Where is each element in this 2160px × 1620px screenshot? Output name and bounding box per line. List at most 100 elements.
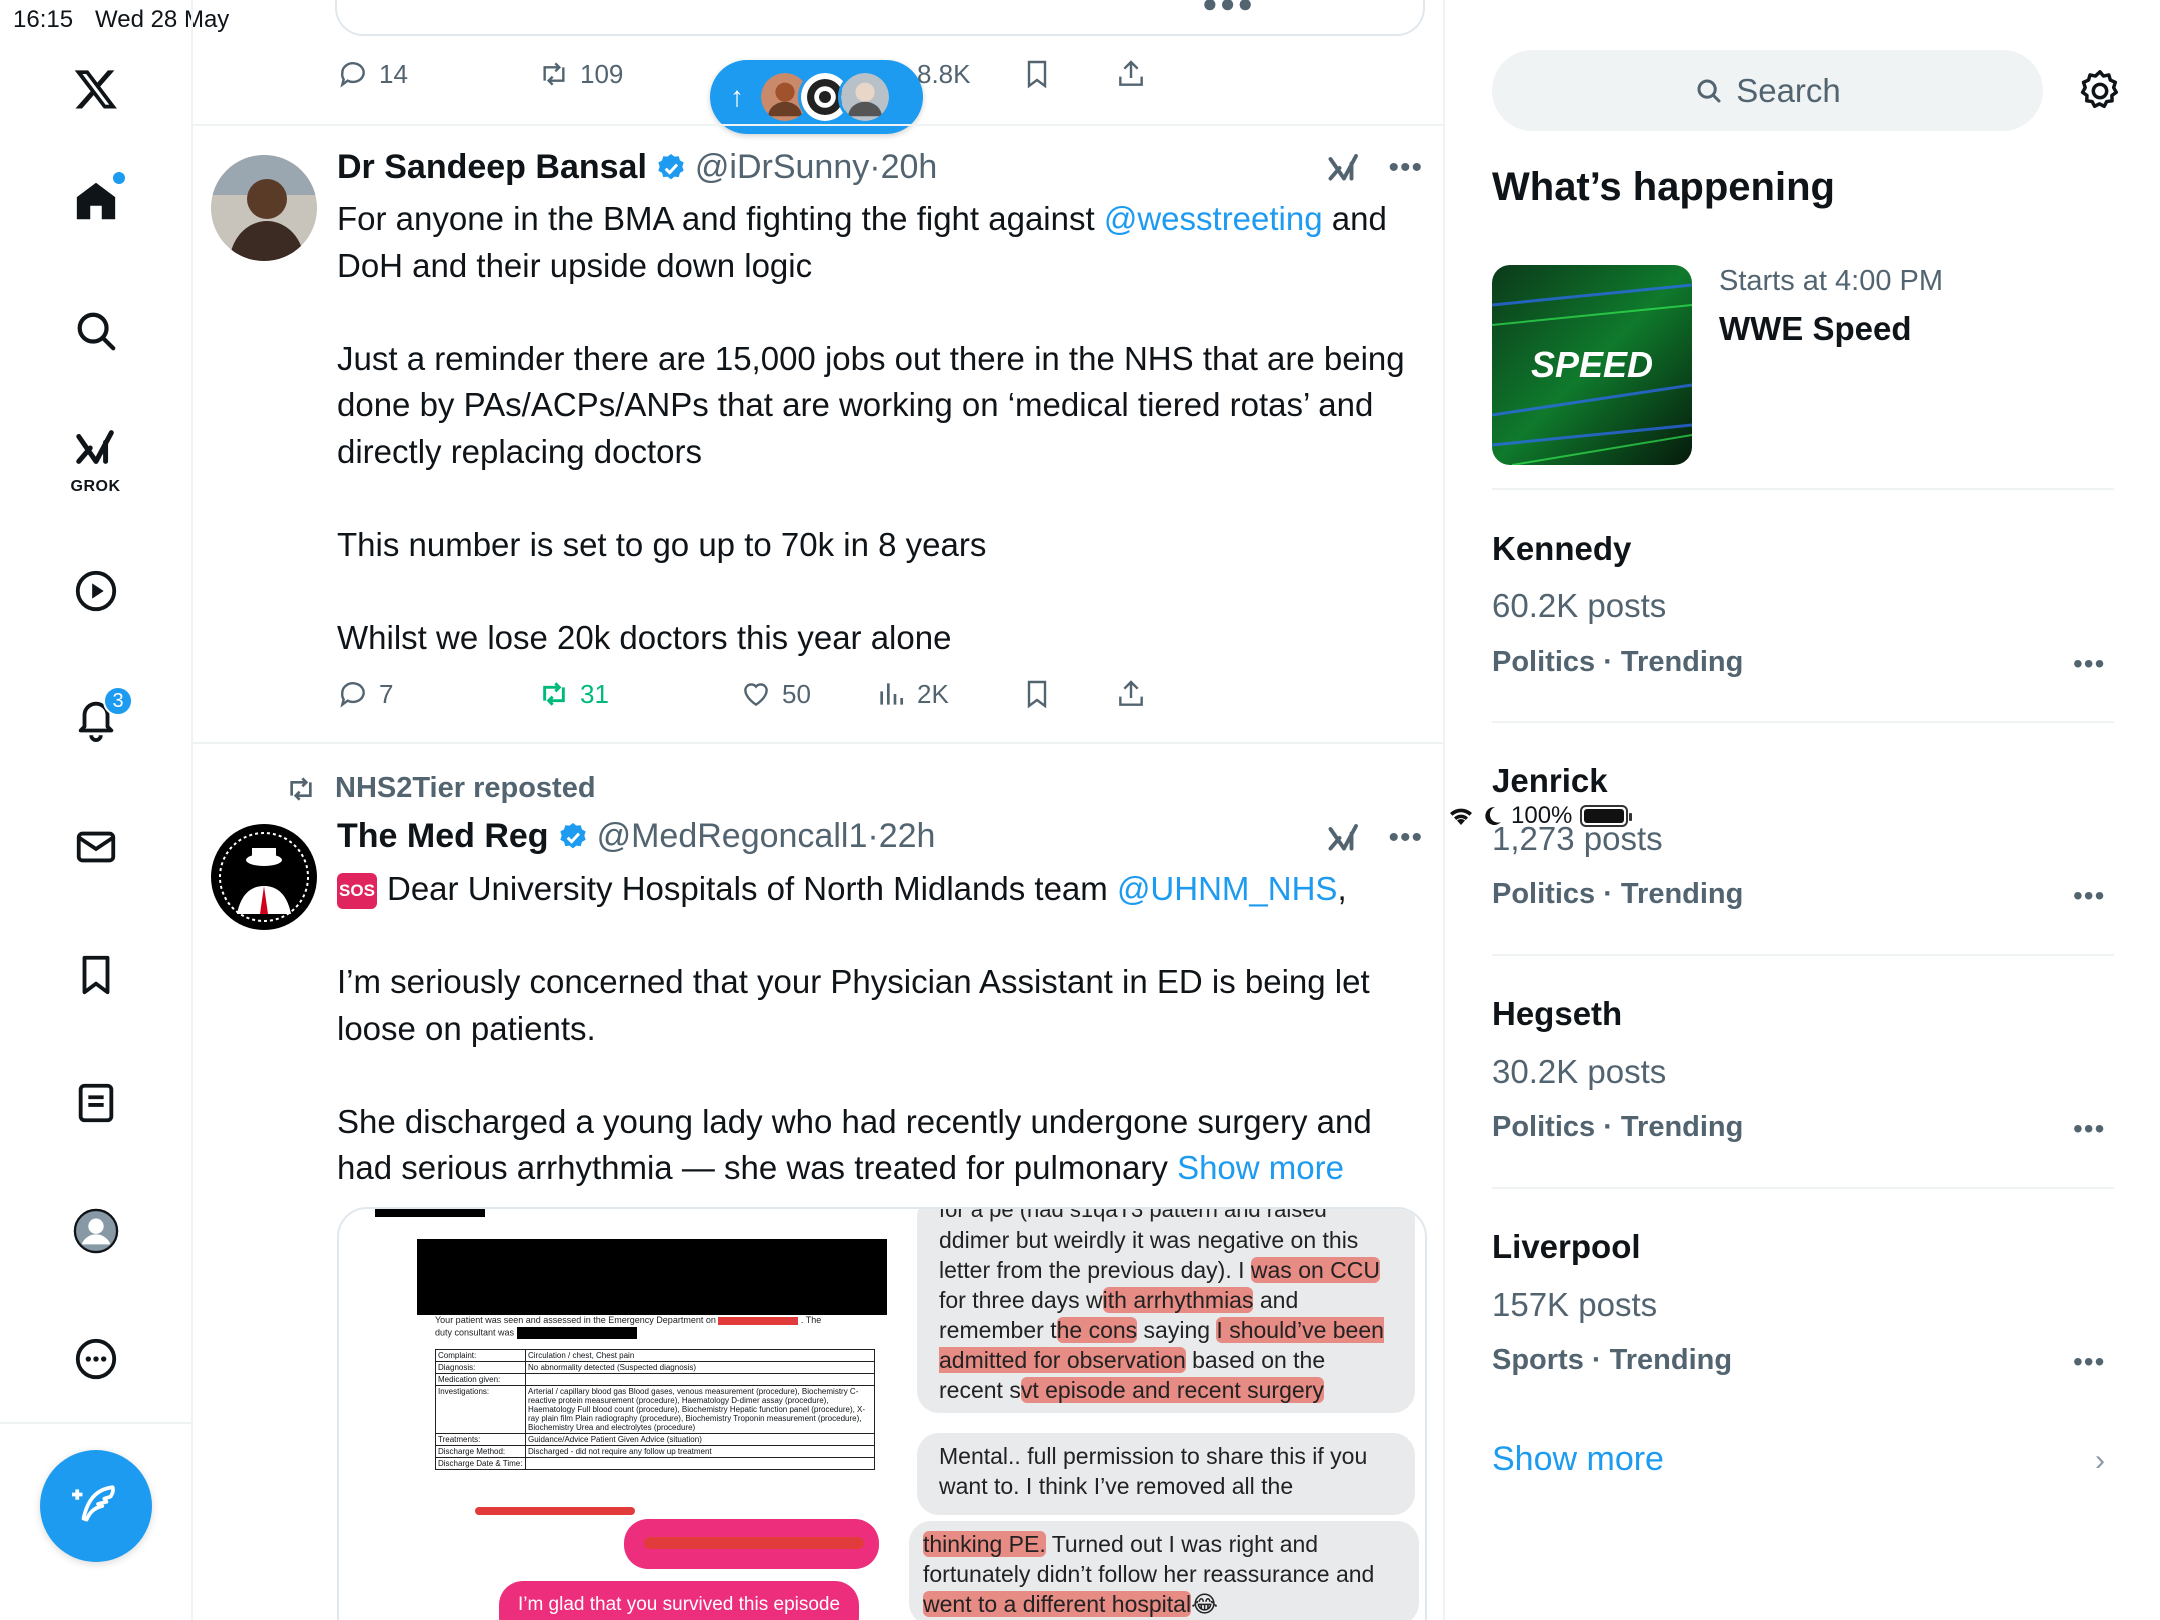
tweet1-share-button[interactable]	[1115, 678, 1147, 710]
chat1-highlight: vt episode and recent surgery	[1020, 1377, 1324, 1403]
tweet1-views[interactable]: 2K	[875, 678, 949, 710]
divider	[193, 742, 1443, 744]
tweet1-reply-count: 7	[379, 678, 394, 709]
tweet1-avatar-svg	[211, 155, 317, 261]
settings-gear-icon[interactable]	[2077, 68, 2123, 114]
media-pager-dots: ●●●	[1202, 0, 1256, 18]
tweet2-mention-link[interactable]: @UHNM_NHS	[1117, 870, 1338, 907]
tweet2-media[interactable]: Your patient was seen and assessed in th…	[337, 1207, 1427, 1620]
tweet2-tools: •••	[1326, 820, 1423, 856]
letter-row-label: Investigations:	[435, 1385, 526, 1434]
tweet2-time[interactable]: 22h	[879, 817, 936, 856]
trend-name[interactable]: Liverpool	[1492, 1228, 1641, 1266]
prev-repost-count: 109	[580, 58, 624, 89]
chat-bubble-3: thinking PE. Turned out I was right and …	[909, 1521, 1419, 1620]
trend-more-icon[interactable]: •••	[2073, 1113, 2105, 1145]
grok-explain-icon[interactable]	[1326, 150, 1362, 186]
notifications-icon[interactable]: 3	[63, 686, 133, 752]
trend-category: Politics · Trending	[1492, 646, 1744, 678]
trend-more-icon[interactable]: •••	[2073, 880, 2105, 912]
tweet1-handle[interactable]: @iDrSunny	[695, 148, 869, 187]
bookmarks-icon[interactable]	[63, 942, 129, 1008]
tweet1-bookmark-button[interactable]	[1021, 678, 1053, 710]
trend-count: 157K posts	[1492, 1286, 1658, 1323]
tweet1-like-count: 50	[782, 678, 811, 709]
letter-row: Diagnosis: No abnormality detected (Suspe…	[435, 1361, 875, 1374]
letter-row: Complaint: Circulation / chest, Chest pai…	[435, 1349, 875, 1362]
chat1-text: for three days w	[939, 1287, 1103, 1313]
repost-icon	[290, 776, 312, 801]
search-input[interactable]: Search	[1492, 50, 2043, 131]
repost-indicator[interactable]: NHS2Tier reposted	[285, 772, 596, 805]
grok-svg	[76, 430, 114, 464]
red-scribble	[718, 1316, 799, 1325]
letter-row-value	[525, 1457, 875, 1470]
tweet2-avatar[interactable]	[211, 824, 317, 930]
list-svg	[78, 1083, 114, 1123]
new-posts-pill[interactable]: ↑	[710, 60, 923, 134]
tweet1-time[interactable]: 20h	[881, 148, 938, 187]
nav-divider	[0, 1422, 193, 1424]
tweet2-handle[interactable]: @MedRegoncall1	[597, 817, 868, 856]
explore-icon[interactable]	[63, 298, 129, 364]
tweet1-header: Dr Sandeep Bansal @iDrSunny · 20h	[337, 148, 937, 187]
tweet1-avatar[interactable]	[211, 155, 317, 261]
letter-row: Discharge Method: Discharged - did not re…	[435, 1445, 875, 1458]
letter-row-value: Circulation / chest, Chest pain	[525, 1349, 875, 1362]
letter-table: Complaint: Circulation / chest, Chest pai…	[435, 1349, 875, 1470]
home-icon[interactable]	[63, 168, 129, 234]
chat-bubble-2: Mental.. full permission to share this i…	[917, 1433, 1415, 1515]
lists-icon[interactable]	[63, 1070, 129, 1136]
trend-name[interactable]: Kennedy	[1492, 530, 1631, 568]
letter-row: Investigations: Arterial / capillary bloo…	[435, 1385, 875, 1434]
event-title[interactable]: WWE Speed	[1719, 310, 1912, 348]
tweet1-author-name[interactable]: Dr Sandeep Bansal	[337, 148, 647, 187]
messages-icon[interactable]	[63, 814, 129, 880]
trend-category: Politics · Trending	[1492, 878, 1744, 910]
tweet1-like-button[interactable]: 50	[740, 678, 811, 710]
tweet1-repost-button[interactable]: 31	[538, 678, 609, 710]
redaction-bar	[375, 1209, 485, 1217]
chat2-text: Mental.. full permission to share this i…	[939, 1443, 1368, 1499]
trend-more-icon[interactable]: •••	[2073, 648, 2105, 680]
event-thumbnail[interactable]: SPEED	[1492, 265, 1692, 465]
chevron-right-icon[interactable]: ›	[2095, 1444, 2105, 1478]
letter-row-value	[525, 1373, 875, 1386]
left-nav: GROK 3	[0, 0, 193, 1620]
tweet2-more-icon[interactable]: •••	[1388, 821, 1423, 855]
tweet1-views-count: 2K	[917, 678, 949, 709]
compose-button[interactable]	[40, 1450, 152, 1562]
share-icon	[1119, 60, 1143, 86]
prev-reply-button[interactable]: 14	[337, 58, 408, 90]
pink-reply-bubble: I’m glad that you survived this episode	[499, 1581, 859, 1620]
views-icon	[880, 683, 903, 705]
chat3-highlight: went to a different hospital	[923, 1591, 1192, 1617]
tweet1-more-icon[interactable]: •••	[1388, 151, 1423, 185]
trend-name[interactable]: Hegseth	[1492, 995, 1622, 1033]
x-logo-icon[interactable]	[63, 56, 129, 122]
trend-name[interactable]: Jenrick	[1492, 762, 1608, 800]
tweet2-dot: ·	[867, 817, 879, 855]
tweet2-author-name[interactable]: The Med Reg	[337, 817, 549, 856]
tweet1-mention-link[interactable]: @wesstreeting	[1104, 200, 1323, 237]
letter-row: Discharge Date & Time:	[435, 1457, 875, 1470]
grok-explain-icon[interactable]	[1326, 820, 1362, 856]
prev-repost-button[interactable]: 109	[538, 58, 623, 90]
letter-row-label: Medication given:	[435, 1373, 526, 1386]
tweet1-reply-button[interactable]: 7	[337, 678, 393, 710]
video-icon[interactable]	[63, 558, 129, 624]
letter-row-label: Discharge Date & Time:	[435, 1457, 526, 1470]
bookmark-icon	[1027, 60, 1047, 89]
prev-share-button[interactable]	[1115, 58, 1147, 90]
profile-avatar-icon[interactable]	[63, 1198, 129, 1264]
envelope-svg	[76, 831, 116, 863]
chat-bubble-1: for a pe (had s1qaT3 pattern and raised …	[917, 1209, 1415, 1413]
trend-more-icon[interactable]: •••	[2073, 1346, 2105, 1378]
show-more-link[interactable]: Show more	[1177, 1149, 1344, 1186]
grok-icon[interactable]	[63, 420, 129, 476]
prev-reply-count: 14	[379, 58, 408, 89]
trends-show-more-link[interactable]: Show more	[1492, 1440, 1664, 1479]
prev-bookmark-button[interactable]	[1021, 58, 1053, 90]
more-icon[interactable]	[63, 1326, 129, 1392]
previous-post-media[interactable]: ●●●	[335, 0, 1425, 36]
